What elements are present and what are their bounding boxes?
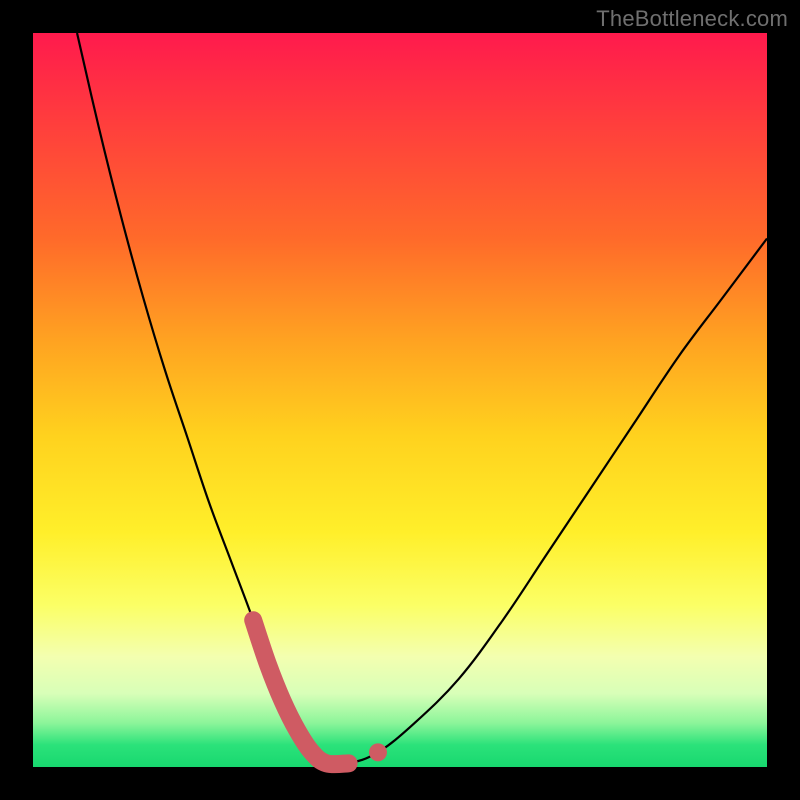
bottleneck-curve bbox=[77, 33, 767, 765]
chart-frame: TheBottleneck.com bbox=[0, 0, 800, 800]
optimal-range-marker-dot bbox=[369, 743, 387, 761]
curve-svg bbox=[33, 33, 767, 767]
optimal-range-marker bbox=[253, 620, 348, 764]
watermark-text: TheBottleneck.com bbox=[596, 6, 788, 32]
plot-area bbox=[33, 33, 767, 767]
